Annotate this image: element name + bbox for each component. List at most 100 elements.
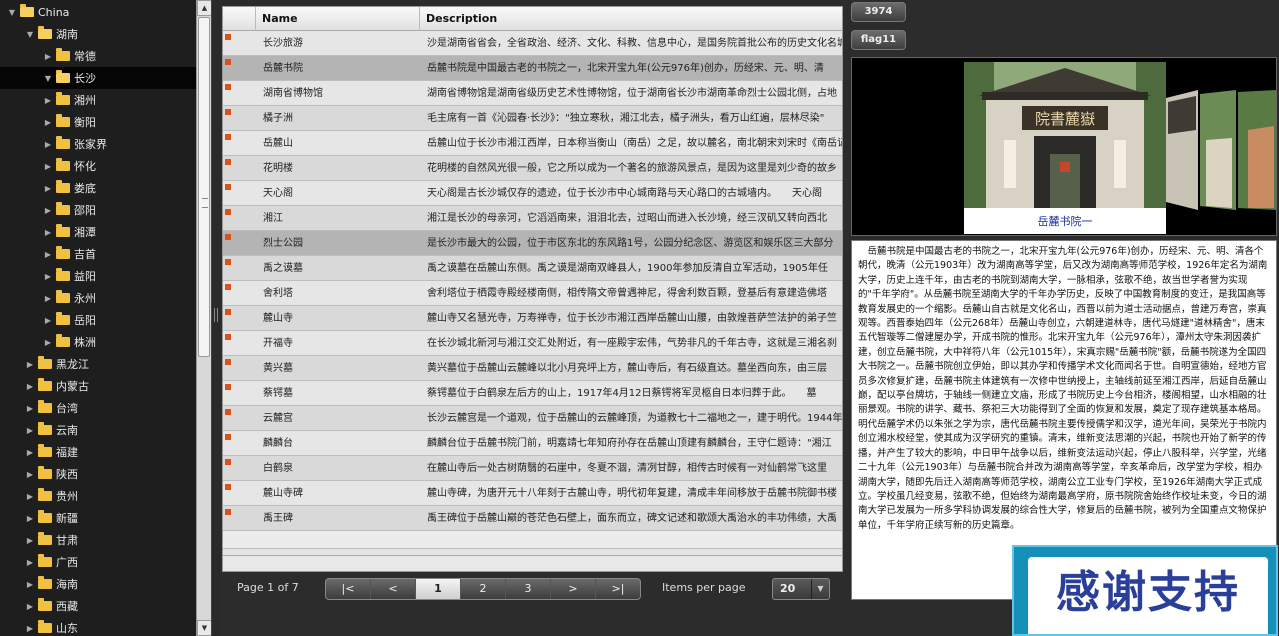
- tree-node[interactable]: ▶ 台湾: [0, 397, 196, 419]
- table-row[interactable]: 湖南省博物馆 湖南省博物馆是湖南省级历史艺术性博物馆，位于湖南省长沙市湖南革命烈士…: [223, 81, 842, 106]
- column-header-description[interactable]: Description: [419, 7, 842, 31]
- expand-arrow-right-icon[interactable]: ▶: [42, 316, 54, 325]
- page-button-2[interactable]: 2: [461, 579, 506, 599]
- expand-arrow-right-icon[interactable]: ▶: [42, 140, 54, 149]
- table-row[interactable]: 烈士公园 是长沙市最大的公园，位于市区东北的东风路1号，公园分纪念区、游览区和娱乐…: [223, 231, 842, 256]
- table-row[interactable]: 禹王碑 禹王碑位于岳麓山巅的苍茫色石壁上，面东而立，碑文记述和歌颂大禹治水的丰功伟…: [223, 506, 842, 531]
- table-row[interactable]: 湘江 湘江是长沙的母亲河，它滔滔南来，泪泪北去，过昭山而进入长沙境，经三汊矶又转向…: [223, 206, 842, 231]
- page-button-3[interactable]: 3: [506, 579, 551, 599]
- table-row[interactable]: 麓山寺 麓山寺又名慧光寺，万寿禅寺，位于长沙市湘江西岸岳麓山山腰，由敦煌菩萨竺法护…: [223, 306, 842, 331]
- expand-arrow-right-icon[interactable]: ▶: [24, 426, 36, 435]
- tree-node[interactable]: ▶ 新疆: [0, 507, 196, 529]
- tree-node[interactable]: ▶ 甘肃: [0, 529, 196, 551]
- expand-arrow-right-icon[interactable]: ▶: [24, 470, 36, 479]
- scroll-up-arrow-icon[interactable]: ▲: [197, 0, 211, 16]
- table-row[interactable]: 舍利塔 舍利塔位于栖霞寺殿经楼南侧，相传隋文帝曾遇神尼，得舍利数百颗，登基后有意建…: [223, 281, 842, 306]
- prev-page-button[interactable]: <: [371, 579, 416, 599]
- tree-node[interactable]: ▶ 湘州: [0, 89, 196, 111]
- image-carousel[interactable]: 院書麓嶽 岳麓书院一: [851, 57, 1277, 236]
- tree-node[interactable]: ▶ 内蒙古: [0, 375, 196, 397]
- tree-node[interactable]: ▶ 株洲: [0, 331, 196, 353]
- expand-arrow-right-icon[interactable]: ▶: [24, 558, 36, 567]
- academy-gate-photo[interactable]: 院書麓嶽: [964, 62, 1166, 208]
- expand-arrow-right-icon[interactable]: ▶: [24, 382, 36, 391]
- tree-node[interactable]: ▶ 常德: [0, 45, 196, 67]
- tree-node[interactable]: ▶ 邵阳: [0, 199, 196, 221]
- table-row[interactable]: 岳麓山 岳麓山位于长沙市湘江西岸，日本称当衡山（南岳）之足，故以麓名，南北朝宋刘宋…: [223, 131, 842, 156]
- scroll-down-arrow-icon[interactable]: ▼: [197, 620, 211, 636]
- tree-node[interactable]: ▶ 湘潭: [0, 221, 196, 243]
- tree-node[interactable]: ▶ 吉首: [0, 243, 196, 265]
- grid-horizontal-scrollbar[interactable]: [223, 555, 842, 571]
- expand-arrow-right-icon[interactable]: ▶: [42, 206, 54, 215]
- tree-node[interactable]: ▶ 云南: [0, 419, 196, 441]
- tree-scrollbar[interactable]: ▲ ▼: [196, 0, 211, 636]
- tree-node[interactable]: ▶ 怀化: [0, 155, 196, 177]
- expand-arrow-right-icon[interactable]: ▶: [24, 624, 36, 633]
- expand-arrow-right-icon[interactable]: ▶: [42, 250, 54, 259]
- table-row[interactable]: 麓山寺碑 麓山寺碑，为唐开元十八年刻于古麓山寺，明代初年复建，清成丰年间移放于岳麓…: [223, 481, 842, 506]
- tree-node[interactable]: ▶ 岳阳: [0, 309, 196, 331]
- table-row[interactable]: 花明楼 花明楼的自然风光很一般，它之所以成为一个著名的旅游风景点，是因为这里是刘少…: [223, 156, 842, 181]
- tree-node[interactable]: ▶ 益阳: [0, 265, 196, 287]
- tree-node[interactable]: ▶ 海南: [0, 573, 196, 595]
- tree-node[interactable]: ▼ 湖南: [0, 23, 196, 45]
- next-page-button[interactable]: >: [551, 579, 596, 599]
- expand-arrow-right-icon[interactable]: ▶: [24, 404, 36, 413]
- expand-arrow-down-icon[interactable]: ▼: [42, 74, 54, 83]
- tree-node[interactable]: ▶ 山东: [0, 617, 196, 636]
- scroll-thumb[interactable]: [198, 17, 210, 357]
- table-row[interactable]: 麟麟台 麟麟台位于岳麓书院门前，明嘉靖七年知府孙存在岳麓山顶建有麟麟台，王守仁题诗…: [223, 431, 842, 456]
- tree-node[interactable]: ▼ 长沙: [0, 67, 196, 89]
- tree-node[interactable]: ▶ 永州: [0, 287, 196, 309]
- tree-node[interactable]: ▶ 黑龙江: [0, 353, 196, 375]
- expand-arrow-right-icon[interactable]: ▶: [24, 580, 36, 589]
- chevron-down-icon[interactable]: ▼: [811, 579, 829, 599]
- table-row[interactable]: 云麓宫 长沙云麓宫是一个道观，位于岳麓山的云麓峰顶，为道教七十二福地之一，建于明代…: [223, 406, 842, 431]
- tree-node[interactable]: ▶ 福建: [0, 441, 196, 463]
- expand-arrow-right-icon[interactable]: ▶: [24, 492, 36, 501]
- expand-arrow-right-icon[interactable]: ▶: [42, 294, 54, 303]
- count-button[interactable]: 3974: [851, 2, 906, 22]
- expand-arrow-down-icon[interactable]: ▼: [24, 30, 36, 39]
- table-row[interactable]: 开福寺 在长沙城北新河与湘江交汇处附近，有一座殿宇宏伟，气势非凡的千年古寺，这就是…: [223, 331, 842, 356]
- page-button-1[interactable]: 1: [416, 579, 461, 599]
- panel-splitter[interactable]: [212, 0, 220, 636]
- expand-arrow-right-icon[interactable]: ▶: [42, 338, 54, 347]
- expand-arrow-right-icon[interactable]: ▶: [42, 162, 54, 171]
- tree-node[interactable]: ▶ 衡阳: [0, 111, 196, 133]
- table-row[interactable]: 天心阁 天心阁是古长沙城仅存的遗迹，位于长沙市中心城南路与天心路口的古城墙内。 天…: [223, 181, 842, 206]
- expand-arrow-down-icon[interactable]: ▼: [6, 8, 18, 17]
- expand-arrow-right-icon[interactable]: ▶: [42, 184, 54, 193]
- tree-node[interactable]: ▼ China: [0, 1, 196, 23]
- expand-arrow-right-icon[interactable]: ▶: [24, 360, 36, 369]
- table-row[interactable]: 蔡锷墓 蔡锷墓位于白鹤泉左后方的山上，1917年4月12日蔡锷将军灵柩自日本归葬于…: [223, 381, 842, 406]
- expand-arrow-right-icon[interactable]: ▶: [42, 228, 54, 237]
- table-row[interactable]: 岳麓书院 岳麓书院是中国最古老的书院之一，北宋开宝九年(公元976年)创办，历经宋…: [223, 56, 842, 81]
- expand-arrow-right-icon[interactable]: ▶: [42, 118, 54, 127]
- expand-arrow-right-icon[interactable]: ▶: [42, 96, 54, 105]
- table-row[interactable]: 橘子洲 毛主席有一首《沁园春·长沙》："独立寒秋，湘江北去，橘子洲头，看万山红遍，…: [223, 106, 842, 131]
- expand-arrow-right-icon[interactable]: ▶: [24, 602, 36, 611]
- expand-arrow-right-icon[interactable]: ▶: [24, 448, 36, 457]
- last-page-button[interactable]: >|: [596, 579, 640, 599]
- tree-node[interactable]: ▶ 西藏: [0, 595, 196, 617]
- tree-node[interactable]: ▶ 贵州: [0, 485, 196, 507]
- tree-node[interactable]: ▶ 陕西: [0, 463, 196, 485]
- expand-arrow-right-icon[interactable]: ▶: [42, 272, 54, 281]
- tree-node[interactable]: ▶ 张家界: [0, 133, 196, 155]
- table-row[interactable]: 白鹤泉 在麓山寺后一处古树荫翳的石崖中，冬夏不涸，清冽甘醇，相传古时候有一对仙鹤常…: [223, 456, 842, 481]
- first-page-button[interactable]: |<: [326, 579, 371, 599]
- expand-arrow-right-icon[interactable]: ▶: [24, 514, 36, 523]
- carousel-side-photos[interactable]: [1166, 90, 1276, 210]
- tree-node[interactable]: ▶ 娄底: [0, 177, 196, 199]
- flag-button[interactable]: flag11: [851, 30, 906, 50]
- expand-arrow-right-icon[interactable]: ▶: [42, 52, 54, 61]
- tree-node[interactable]: ▶ 广西: [0, 551, 196, 573]
- table-row[interactable]: 长沙旅游 沙是湖南省省会，全省政治、经济、文化、科教、信息中心，是国务院首批公布的…: [223, 31, 842, 56]
- expand-arrow-right-icon[interactable]: ▶: [24, 536, 36, 545]
- items-per-page-select[interactable]: 20 ▼: [772, 578, 830, 600]
- column-header-name[interactable]: Name: [255, 7, 419, 31]
- table-row[interactable]: 禹之谟墓 禹之谟墓在岳麓山东侧。禹之谟是湖南双峰县人，1900年参加反清自立军活动…: [223, 256, 842, 281]
- table-row[interactable]: 黄兴墓 黄兴墓位于岳麓山云麓峰以北小月亮坪上方，麓山寺后，有石级直达。墓坐西向东，…: [223, 356, 842, 381]
